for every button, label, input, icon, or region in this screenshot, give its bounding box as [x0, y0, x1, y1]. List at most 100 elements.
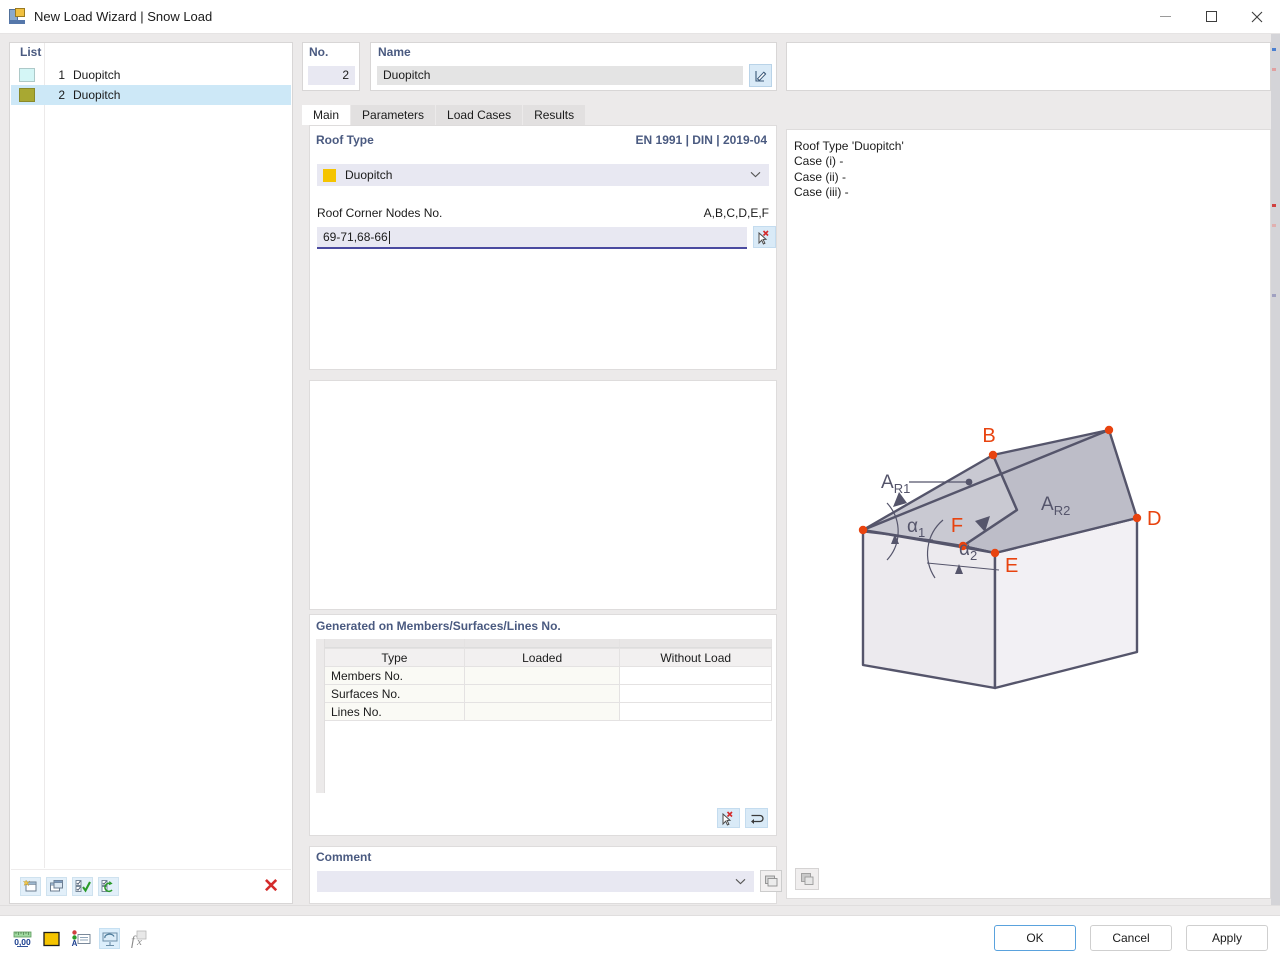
toggle-check-icon[interactable] — [98, 876, 119, 896]
table-empty-area — [316, 715, 772, 793]
tab-results[interactable]: Results — [523, 105, 587, 125]
table-top-strip — [316, 639, 772, 648]
list-item[interactable]: 1 Duopitch — [11, 65, 291, 85]
formula-icon[interactable]: f x — [128, 928, 149, 949]
copy-item-icon[interactable] — [46, 876, 67, 896]
info-line-case-iii: Case (iii) - — [794, 184, 849, 199]
new-item-icon[interactable] — [20, 876, 41, 896]
cell-loaded[interactable] — [464, 685, 621, 703]
tab-main[interactable]: Main — [302, 105, 352, 125]
dialog-action-buttons: OK Cancel Apply — [994, 925, 1268, 951]
footer-icon-toolbar: 0,00 A f x — [12, 928, 149, 949]
load-wizard-icon — [9, 8, 26, 25]
comment-panel: Comment — [309, 846, 782, 904]
node-label-d: D — [1147, 508, 1161, 530]
node-d-dot — [1132, 513, 1142, 523]
node-e-dot — [990, 548, 1000, 558]
node-label-e: E — [1005, 555, 1018, 577]
ok-button[interactable]: OK — [994, 925, 1076, 951]
node-b-dot — [988, 450, 998, 460]
roof-type-title: Roof Type — [316, 133, 374, 147]
minimize-icon[interactable] — [1142, 0, 1188, 34]
name-input[interactable]: Duopitch — [377, 66, 743, 85]
roof-type-header: Roof Type EN 1991 | DIN | 2019-04 — [310, 126, 776, 147]
check-all-icon[interactable] — [72, 876, 93, 896]
roof-corner-nodes-hint: A,B,C,D,E,F — [703, 206, 769, 220]
cell-without-load[interactable] — [620, 667, 772, 685]
node-label-f: F — [951, 515, 963, 537]
table-row[interactable]: Surfaces No. — [316, 685, 772, 703]
cell-loaded[interactable] — [464, 667, 621, 685]
cell-type: Surfaces No. — [325, 685, 465, 703]
list-panel: List 1 Duopitch 2 Duopitch ✕ — [9, 42, 293, 904]
top-right-panel — [786, 42, 1271, 91]
area-label-ar1: AR1 — [881, 472, 910, 496]
new-load-wizard-window: New Load Wizard | Snow Load List 1 Duopi… — [0, 0, 1280, 960]
svg-text:0,00: 0,00 — [14, 937, 31, 947]
empty-preview-panel — [309, 380, 777, 610]
node-label-c: C — [1115, 420, 1129, 423]
apply-button[interactable]: Apply — [1186, 925, 1268, 951]
roof-corner-nodes-input[interactable]: 69-71,68-66 — [317, 227, 747, 249]
info-line-case-ii: Case (ii) - — [794, 169, 847, 184]
edit-pencil-icon[interactable] — [749, 64, 772, 87]
table-row[interactable]: Members No. — [316, 667, 772, 685]
reset-arrow-icon[interactable] — [745, 808, 768, 828]
document-scrollbar[interactable] — [1271, 34, 1280, 905]
window-title: New Load Wizard | Snow Load — [34, 9, 213, 24]
pick-objects-icon[interactable] — [717, 808, 740, 828]
svg-text:x: x — [136, 936, 142, 948]
svg-text:A: A — [71, 939, 77, 948]
comment-input[interactable] — [317, 871, 754, 892]
roof-type-color-swatch — [323, 168, 336, 182]
display-properties-icon[interactable]: A — [70, 928, 91, 949]
generated-objects-title: Generated on Members/Surfaces/Lines No. — [316, 619, 561, 633]
number-label: No. — [309, 45, 329, 59]
maximize-icon[interactable] — [1188, 0, 1234, 34]
tab-strip: Main Parameters Load Cases Results — [302, 105, 777, 125]
roof-type-selected-value: Duopitch — [345, 168, 393, 182]
name-label: Name — [378, 45, 411, 59]
pick-nodes-icon[interactable] — [753, 226, 776, 248]
list-rows: 1 Duopitch 2 Duopitch — [11, 65, 291, 868]
duopitch-roof-3d-diagram: A B C D E F AR1 AR2 α1 α2 — [832, 401, 1267, 700]
column-header-without-load: Without Load — [620, 648, 772, 667]
roof-corner-nodes-label: Roof Corner Nodes No. — [317, 206, 443, 220]
delete-red-x-icon[interactable]: ✕ — [263, 877, 279, 896]
number-value[interactable]: 2 — [308, 66, 355, 85]
comment-library-icon[interactable] — [760, 870, 782, 892]
image-export-icon[interactable] — [795, 868, 819, 890]
numeric-format-icon[interactable]: 0,00 — [12, 928, 33, 949]
roof-corner-nodes-value: 69-71,68-66 — [323, 230, 388, 244]
window-controls — [1142, 0, 1280, 34]
info-line-roof-type: Roof Type 'Duopitch' — [794, 139, 904, 153]
tab-load-cases[interactable]: Load Cases — [436, 105, 524, 125]
comment-title: Comment — [316, 850, 372, 864]
column-header-loaded: Loaded — [464, 648, 621, 667]
cancel-button[interactable]: Cancel — [1090, 925, 1172, 951]
roof-type-info-text: Roof Type 'Duopitch' Case (i) - Case (ii… — [794, 139, 904, 200]
chevron-down-icon — [735, 876, 746, 888]
list-item[interactable]: 2 Duopitch — [11, 85, 291, 105]
list-panel-header: List — [20, 45, 42, 59]
generated-table-buttons — [717, 808, 768, 828]
roof-corner-nodes-row: Roof Corner Nodes No. A,B,C,D,E,F — [317, 206, 769, 220]
close-icon[interactable] — [1234, 0, 1280, 34]
cell-without-load[interactable] — [620, 685, 772, 703]
list-toolbar: ✕ — [11, 869, 291, 902]
roof-type-dropdown[interactable]: Duopitch — [317, 164, 769, 186]
generated-objects-table: Type Loaded Without Load Members No. Sur… — [316, 639, 772, 721]
color-swatch-icon[interactable] — [41, 928, 62, 949]
node-a-dot — [858, 525, 868, 535]
node-label-b: B — [982, 425, 995, 447]
dialog-footer: 0,00 A f x OK Cancel Apply — [0, 915, 1280, 960]
table-header-row: Type Loaded Without Load — [316, 648, 772, 667]
roof-type-panel: Roof Type EN 1991 | DIN | 2019-04 Duopit… — [309, 125, 777, 370]
bottom-divider — [0, 905, 1280, 906]
chevron-down-icon — [750, 169, 761, 181]
number-field-group: No. 2 — [302, 42, 360, 91]
title-bar: New Load Wizard | Snow Load — [0, 0, 1280, 34]
list-item-label: Duopitch — [73, 88, 121, 102]
visual-settings-icon[interactable] — [99, 928, 120, 949]
tab-parameters[interactable]: Parameters — [351, 105, 437, 125]
